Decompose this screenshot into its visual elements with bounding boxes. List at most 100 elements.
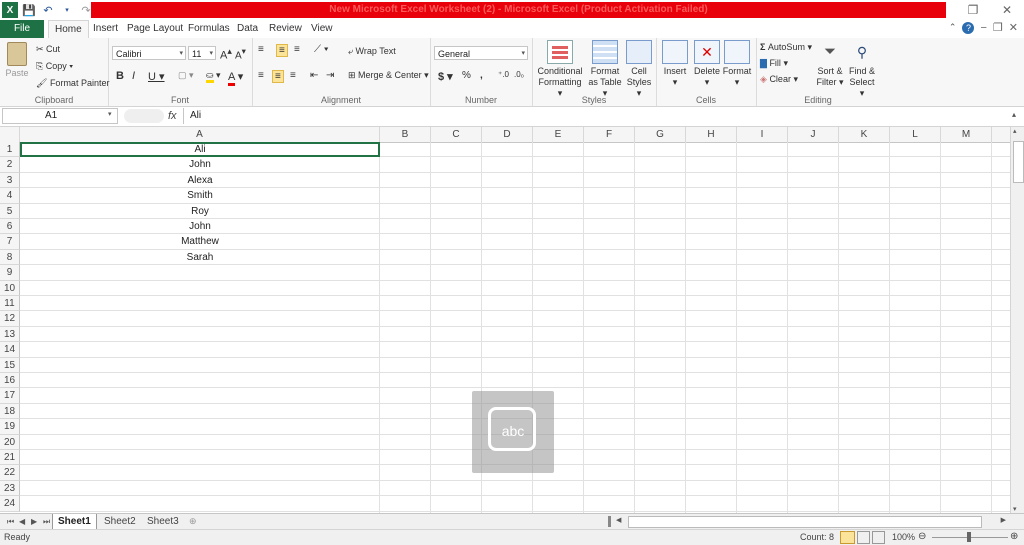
cell-a2[interactable]: John [20,157,380,172]
fill-color-icon[interactable]: ⛀ ▾ [206,70,221,83]
format-cells-button[interactable]: Format ▾ [722,40,752,88]
undo-dropdown-icon[interactable]: ▾ [59,2,75,18]
number-format-combo[interactable]: General ▾ [434,46,528,60]
select-all-corner[interactable] [0,127,20,142]
sheet-tab-sheet1[interactable]: Sheet1 [52,514,97,529]
insert-sheet-icon[interactable]: ⊕ [184,514,202,529]
formula-input[interactable]: Ali [183,108,1009,124]
tab-review[interactable]: Review [263,20,308,38]
row-header-5[interactable]: 5 [0,203,20,219]
scroll-up-icon[interactable]: ▴ [1013,127,1017,135]
horizontal-scrollbar[interactable]: ◀ ▶ [616,514,1006,529]
row-header-19[interactable]: 19 [0,419,20,435]
sheet-tab-sheet3[interactable]: Sheet3 [142,514,184,529]
column-header-l[interactable]: L [890,127,941,142]
percent-icon[interactable]: % [462,70,471,81]
help-icon[interactable]: ? [962,21,975,34]
align-middle-icon[interactable]: ≡ [276,44,288,57]
row-header-23[interactable]: 23 [0,480,20,497]
insert-function-icon[interactable]: fx [168,108,182,124]
copy-button[interactable]: ⎘ Copy ▾ [36,61,73,72]
font-color-icon[interactable]: A ▾ [228,70,243,86]
row-header-7[interactable]: 7 [0,234,20,250]
underline-icon[interactable]: U ▾ [148,70,165,83]
row-header-13[interactable]: 13 [0,326,20,343]
scroll-left-icon[interactable]: ◀ [616,516,621,524]
align-left-icon[interactable]: ≡ [258,70,264,81]
find-select-button[interactable]: ⚲ Find & Select ▾ [846,40,878,99]
row-header-1[interactable]: 1 [0,142,20,158]
page-break-view-icon[interactable] [872,531,885,544]
expand-formula-bar-icon[interactable]: ▴ [1012,110,1016,119]
column-header-e[interactable]: E [533,127,584,142]
row-header-20[interactable]: 20 [0,434,20,450]
cell-a1[interactable]: Ali [20,142,380,157]
font-name-combo[interactable]: Calibri ▾ [112,46,186,60]
column-header-h[interactable]: H [686,127,737,142]
close-icon[interactable]: ✕ [990,0,1024,20]
align-right-icon[interactable]: ≡ [290,70,296,81]
cell-styles-button[interactable]: Cell Styles ▾ [624,40,654,99]
merge-center-button[interactable]: ⊞ Merge & Center ▾ [348,70,429,81]
horizontal-scroll-thumb[interactable] [628,516,982,528]
row-header-6[interactable]: 6 [0,219,20,235]
tab-view[interactable]: View [305,20,339,38]
undo-icon[interactable]: ↶ [40,2,56,18]
zoom-slider-thumb[interactable] [967,532,971,542]
cut-button[interactable]: ✂ Cut [36,44,60,55]
grow-font-icon[interactable]: A▴ [220,46,232,62]
tab-insert[interactable]: Insert [87,20,124,38]
zoom-in-icon[interactable]: ⊕ [1010,531,1018,542]
align-center-icon[interactable]: ≡ [272,70,284,83]
tab-home[interactable]: Home [48,20,89,39]
scroll-down-icon[interactable]: ▾ [1013,505,1017,513]
minimize-ribbon-icon[interactable]: ⌃ [949,22,957,33]
name-box-dropdown-icon[interactable]: ▾ [108,110,112,118]
close-workbook-icon[interactable]: ✕ [1009,21,1018,34]
zoom-out-icon[interactable]: ⊖ [918,531,926,542]
orientation-icon[interactable]: ⟋ ▾ [314,44,329,55]
align-top-icon[interactable]: ≡ [258,44,264,55]
restore-window-icon[interactable]: ❐ [993,21,1003,34]
row-header-4[interactable]: 4 [0,188,20,204]
excel-logo-icon[interactable]: X [2,2,18,18]
row-header-18[interactable]: 18 [0,403,20,420]
vertical-scrollbar[interactable]: ▴ ▾ [1010,127,1024,513]
sort-filter-button[interactable]: ⏷ Sort & Filter ▾ [814,40,846,88]
fill-button[interactable]: ▇ Fill ▾ [760,58,788,69]
cell-a5[interactable]: Roy [20,204,380,219]
column-header-m[interactable]: M [941,127,992,142]
row-header-22[interactable]: 22 [0,465,20,481]
increase-decimal-icon[interactable]: ⁺.0 [498,70,509,79]
autosum-button[interactable]: Σ AutoSum ▾ [760,42,812,53]
column-header-i[interactable]: I [737,127,788,142]
decrease-indent-icon[interactable]: ⇤ [310,70,318,81]
restore-icon[interactable]: ❐ [956,0,990,20]
currency-icon[interactable]: $ ▾ [438,70,453,83]
row-header-14[interactable]: 14 [0,342,20,358]
row-header-8[interactable]: 8 [0,249,20,266]
delete-cells-button[interactable]: ✕ Delete ▾ [692,40,722,88]
row-header-11[interactable]: 11 [0,296,20,312]
cell-a4[interactable]: Smith [20,188,380,203]
italic-icon[interactable]: I [132,70,135,82]
conditional-formatting-button[interactable]: Conditional Formatting ▾ [536,40,584,99]
column-header-a[interactable]: A [20,127,380,142]
cell-a6[interactable]: John [20,219,380,234]
save-icon[interactable]: 💾 [21,2,37,18]
row-header-10[interactable]: 10 [0,280,20,296]
insert-cells-button[interactable]: Insert ▾ [660,40,690,88]
increase-indent-icon[interactable]: ⇥ [326,70,334,81]
zoom-level[interactable]: 100% [892,532,915,542]
align-bottom-icon[interactable]: ≡ [294,44,300,55]
format-painter-button[interactable]: 🖌 Format Painter [36,78,109,89]
shrink-font-icon[interactable]: A▾ [235,46,246,61]
clear-button[interactable]: ◈ Clear ▾ [760,74,798,85]
vertical-scroll-thumb[interactable] [1013,141,1024,183]
cell-a8[interactable]: Sarah [20,250,380,265]
column-header-c[interactable]: C [431,127,482,142]
scroll-right-icon[interactable]: ▶ [1001,516,1006,524]
row-header-15[interactable]: 15 [0,357,20,373]
row-header-9[interactable]: 9 [0,265,20,281]
row-header-12[interactable]: 12 [0,311,20,327]
